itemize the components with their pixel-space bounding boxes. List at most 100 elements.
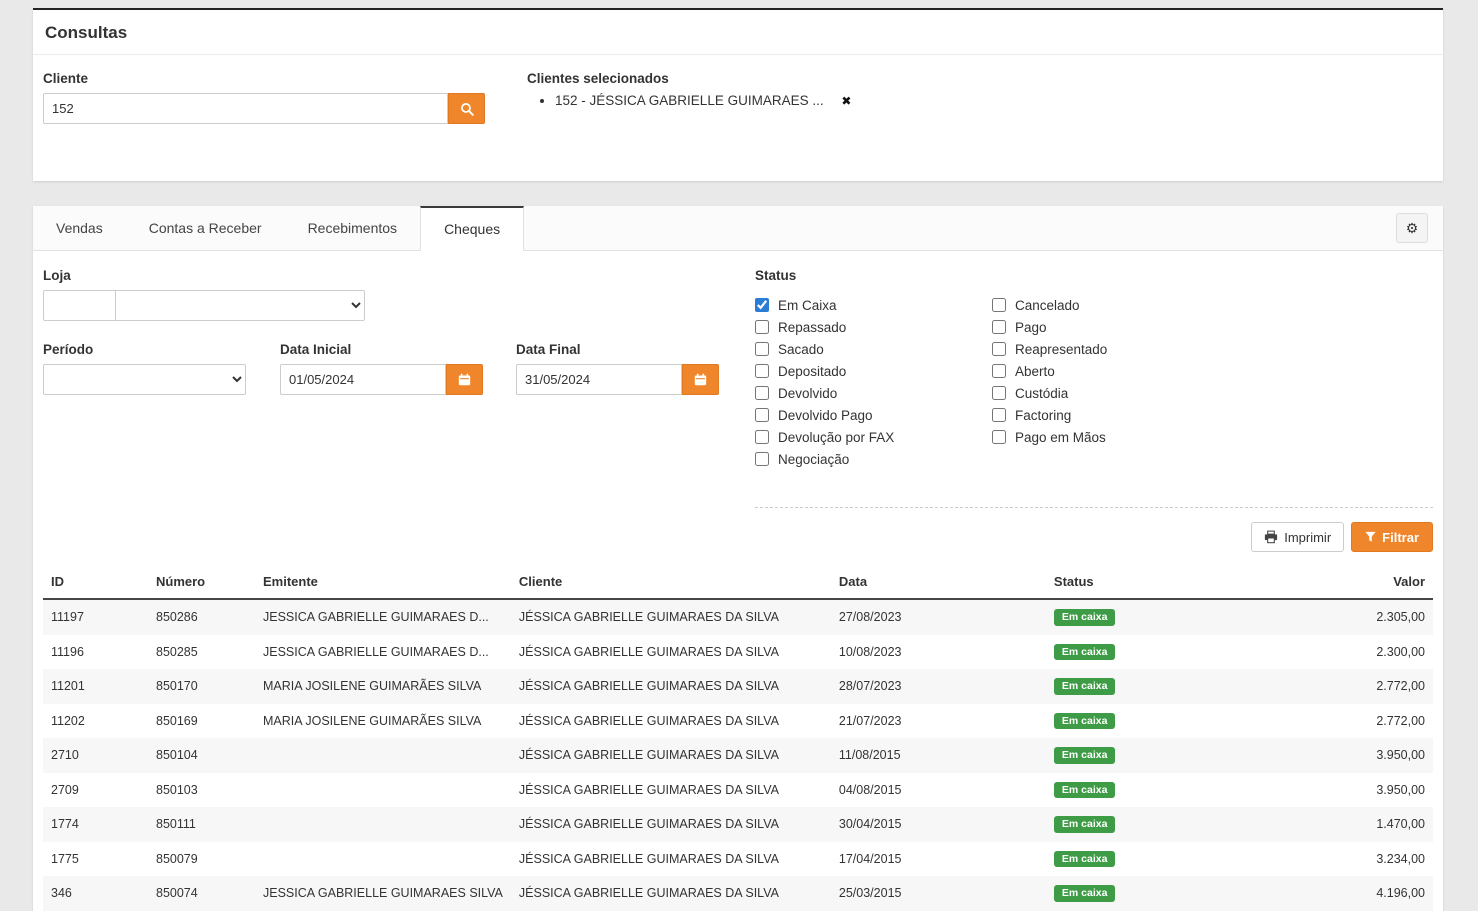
cell-status: Em caixa (1046, 842, 1261, 877)
table-row[interactable]: 11196 850285 JESSICA GABRIELLE GUIMARAES… (43, 635, 1433, 670)
cell-cliente: JÉSSICA GABRIELLE GUIMARAES DA SILVA (511, 876, 831, 911)
remove-client-icon[interactable]: ✖ (841, 94, 851, 108)
table-header-row: ID Número Emitente Cliente Data Status V… (43, 565, 1433, 599)
cell-emitente: JESSICA GABRIELLE GUIMARAES SILVA (255, 876, 511, 911)
data-final-calendar-button[interactable] (682, 364, 719, 395)
tab-contas-a-receber[interactable]: Contas a Receber (126, 206, 285, 250)
cliente-search-input[interactable] (43, 93, 448, 124)
cell-status: Em caixa (1046, 669, 1261, 704)
status-badge: Em caixa (1054, 782, 1116, 799)
status-option-repassado[interactable]: Repassado (755, 316, 992, 338)
cell-valor: 2.772,00 (1261, 669, 1433, 704)
imprimir-button[interactable]: Imprimir (1251, 522, 1344, 552)
table-row[interactable]: 2709 850103 JÉSSICA GABRIELLE GUIMARAES … (43, 773, 1433, 808)
table-row[interactable]: 346 850074 JESSICA GABRIELLE GUIMARAES S… (43, 876, 1433, 911)
filters-area: Loja Período Data Inicial (43, 268, 1433, 470)
tab-bar: Vendas Contas a Receber Recebimentos Che… (33, 206, 1443, 251)
status-option-depositado[interactable]: Depositado (755, 360, 992, 382)
cell-cliente: JÉSSICA GABRIELLE GUIMARAES DA SILVA (511, 599, 831, 635)
status-label: Status (755, 268, 1433, 283)
table-row[interactable]: 2710 850104 JÉSSICA GABRIELLE GUIMARAES … (43, 738, 1433, 773)
status-option-label: Depositado (778, 364, 846, 379)
checkbox-devolucao-por-fax[interactable] (755, 430, 769, 444)
status-option-devolvido[interactable]: Devolvido (755, 382, 992, 404)
table-row[interactable]: 11202 850169 MARIA JOSILENE GUIMARÃES SI… (43, 704, 1433, 739)
status-option-label: Aberto (1015, 364, 1055, 379)
checkbox-factoring[interactable] (992, 408, 1006, 422)
selected-client-item: 152 - JÉSSICA GABRIELLE GUIMARAES ... ✖ (555, 93, 851, 108)
checkbox-depositado[interactable] (755, 364, 769, 378)
checkbox-sacado[interactable] (755, 342, 769, 356)
loja-code-input[interactable] (43, 290, 116, 321)
status-option-reapresentado[interactable]: Reapresentado (992, 338, 1229, 360)
checkbox-em-caixa[interactable] (755, 298, 769, 312)
checkbox-reapresentado[interactable] (992, 342, 1006, 356)
status-option-pago[interactable]: Pago (992, 316, 1229, 338)
checkbox-devolvido[interactable] (755, 386, 769, 400)
consultas-panel: Consultas Cliente Clientes selecionados (33, 8, 1443, 181)
data-inicial-label: Data Inicial (280, 342, 483, 357)
column-header-status: Status (1046, 565, 1261, 599)
periodo-select[interactable] (43, 364, 246, 395)
checkbox-cancelado[interactable] (992, 298, 1006, 312)
cell-valor: 4.196,00 (1261, 876, 1433, 911)
table-row[interactable]: 11201 850170 MARIA JOSILENE GUIMARÃES SI… (43, 669, 1433, 704)
checkbox-pago[interactable] (992, 320, 1006, 334)
tab-recebimentos[interactable]: Recebimentos (285, 206, 421, 250)
clientes-selecionados-label: Clientes selecionados (527, 71, 851, 86)
status-badge: Em caixa (1054, 885, 1116, 902)
checkbox-custodia[interactable] (992, 386, 1006, 400)
status-option-label: Pago (1015, 320, 1047, 335)
status-option-label: Custódia (1015, 386, 1068, 401)
cliente-search-button[interactable] (448, 93, 485, 124)
status-option-negociacao[interactable]: Negociação (755, 448, 992, 470)
status-badge: Em caixa (1054, 816, 1116, 833)
data-inicial-input[interactable] (280, 364, 446, 395)
cell-data: 30/04/2015 (831, 807, 1046, 842)
table-row[interactable]: 1774 850111 JÉSSICA GABRIELLE GUIMARAES … (43, 807, 1433, 842)
checkbox-pago-em-maos[interactable] (992, 430, 1006, 444)
status-option-devolvido-pago[interactable]: Devolvido Pago (755, 404, 992, 426)
data-final-input[interactable] (516, 364, 682, 395)
cell-valor: 3.234,00 (1261, 842, 1433, 877)
cell-numero: 850170 (148, 669, 255, 704)
cell-emitente: JESSICA GABRIELLE GUIMARAES D... (255, 635, 511, 670)
settings-button[interactable]: ⚙ (1396, 213, 1428, 243)
tab-cheques[interactable]: Cheques (420, 206, 524, 251)
checkbox-devolvido-pago[interactable] (755, 408, 769, 422)
column-header-emitente: Emitente (255, 565, 511, 599)
status-option-pago-em-maos[interactable]: Pago em Mãos (992, 426, 1229, 448)
status-option-label: Devolução por FAX (778, 430, 894, 445)
checkbox-aberto[interactable] (992, 364, 1006, 378)
period-dates-row: Período Data Inicial (43, 342, 755, 395)
checkbox-repassado[interactable] (755, 320, 769, 334)
table-row[interactable]: 1775 850079 JÉSSICA GABRIELLE GUIMARAES … (43, 842, 1433, 877)
cell-valor: 3.950,00 (1261, 738, 1433, 773)
calendar-icon (458, 373, 471, 386)
cell-numero: 850111 (148, 807, 255, 842)
imprimir-label: Imprimir (1284, 530, 1331, 545)
status-option-label: Pago em Mãos (1015, 430, 1106, 445)
filtrar-button[interactable]: Filtrar (1351, 522, 1433, 552)
status-option-factoring[interactable]: Factoring (992, 404, 1229, 426)
status-option-devolucao-por-fax[interactable]: Devolução por FAX (755, 426, 992, 448)
loja-select[interactable] (115, 290, 365, 321)
checkbox-negociacao[interactable] (755, 452, 769, 466)
data-inicial-calendar-button[interactable] (446, 364, 483, 395)
printer-icon (1264, 530, 1278, 544)
page-title: Consultas (45, 23, 1431, 43)
status-option-label: Devolvido Pago (778, 408, 873, 423)
cell-status: Em caixa (1046, 876, 1261, 911)
table-row[interactable]: 11197 850286 JESSICA GABRIELLE GUIMARAES… (43, 599, 1433, 635)
status-option-custodia[interactable]: Custódia (992, 382, 1229, 404)
cell-emitente (255, 773, 511, 808)
tab-vendas[interactable]: Vendas (33, 206, 126, 250)
cell-numero: 850286 (148, 599, 255, 635)
status-option-sacado[interactable]: Sacado (755, 338, 992, 360)
status-column-2: Cancelado Pago Reapresentado (992, 294, 1229, 470)
client-search-area: Cliente Clientes selecionados 152 - JÉS (33, 55, 1443, 181)
filtrar-label: Filtrar (1382, 530, 1419, 545)
status-option-cancelado[interactable]: Cancelado (992, 294, 1229, 316)
status-option-em-caixa[interactable]: Em Caixa (755, 294, 992, 316)
status-option-aberto[interactable]: Aberto (992, 360, 1229, 382)
